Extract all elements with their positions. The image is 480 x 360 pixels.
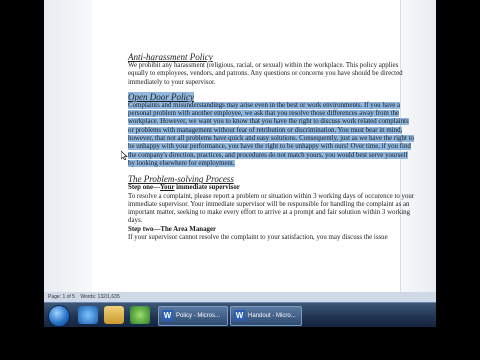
- document-content[interactable]: Anti-harassment Policy We prohibit any h…: [128, 0, 416, 242]
- step-one-heading: Step one—Your immediate supervisor: [128, 184, 240, 192]
- word-count[interactable]: Words: 132/1,635: [80, 294, 119, 300]
- taskbar-item-handout[interactable]: W Handout - Micro...: [230, 306, 302, 326]
- paragraph-step-two: If your supervisor cannot resolve the co…: [128, 234, 388, 242]
- mouse-cursor-icon: [121, 151, 128, 160]
- heading-open-door: Open Door Policy: [128, 91, 416, 102]
- word-icon: W: [162, 310, 173, 321]
- taskbar-item-policy[interactable]: W Policy - Micros...: [158, 306, 228, 326]
- paragraph-step-one: To resolve a complaint, please report a …: [128, 192, 415, 225]
- paragraph-open-door: Complaints and misunderstandings may ari…: [128, 101, 416, 168]
- word-icon: W: [234, 310, 245, 321]
- step-two-heading: Step two—The Area Manager: [128, 225, 217, 233]
- selected-heading: Open Door Policy: [128, 91, 194, 102]
- selected-text: Complaints and misunderstandings may ari…: [128, 101, 414, 167]
- media-player-icon[interactable]: [130, 306, 150, 324]
- internet-explorer-icon[interactable]: [78, 306, 98, 324]
- heading-anti-harassment: Anti-harassment Policy: [128, 52, 213, 62]
- taskbar: W Policy - Micros... W Handout - Micro...: [44, 302, 436, 327]
- paragraph-anti-harassment: We prohibit any harassment (religious, r…: [128, 62, 403, 86]
- start-button[interactable]: [48, 305, 70, 327]
- status-bar: Page: 1 of 5 Words: 132/1,635: [44, 292, 436, 302]
- left-margin: [44, 0, 92, 292]
- screen: Anti-harassment Policy We prohibit any h…: [44, 0, 436, 302]
- folder-icon[interactable]: [104, 306, 124, 324]
- heading-problem-solving: The Problem-solving Process: [128, 174, 234, 185]
- page-count[interactable]: Page: 1 of 5: [48, 294, 75, 300]
